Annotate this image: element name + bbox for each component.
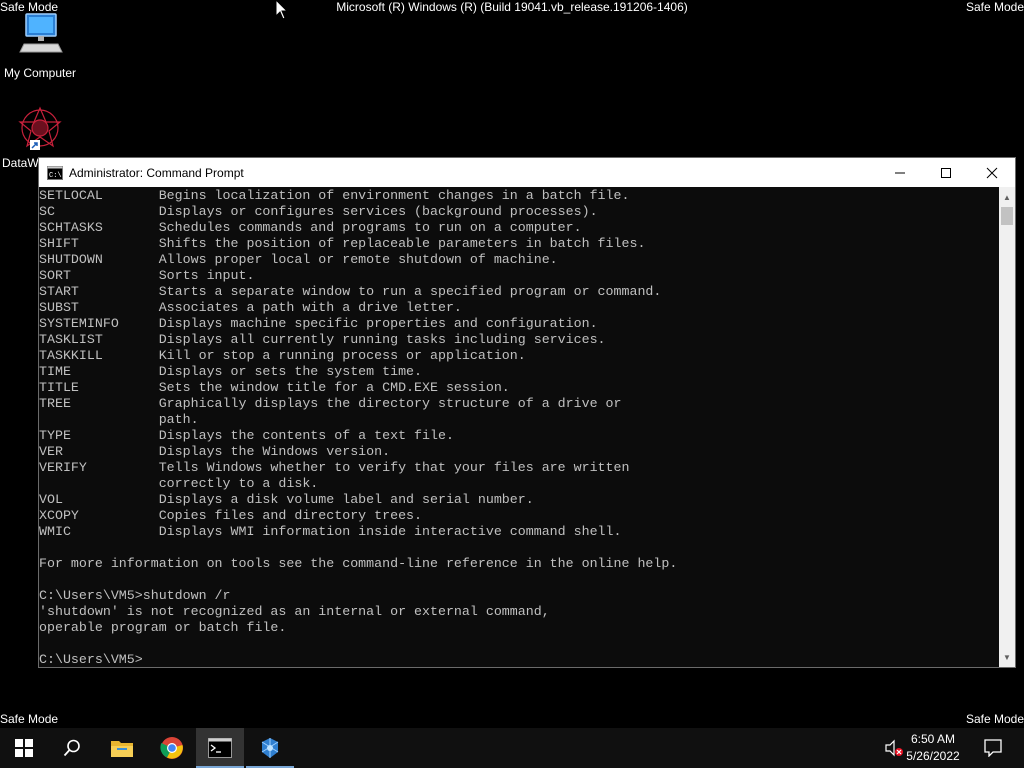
safe-mode-label-bottom-left: Safe Mode: [0, 712, 59, 726]
minimize-button[interactable]: [877, 158, 923, 187]
console-text: SETLOCAL Begins localization of environm…: [39, 188, 678, 667]
search-icon: [63, 739, 80, 757]
notification-icon: [984, 739, 1002, 757]
desktop-icon-my-computer[interactable]: My Computer: [0, 10, 80, 80]
command-prompt-taskbar-button[interactable]: [196, 728, 244, 768]
safe-mode-label-bottom-right: Safe Mode: [965, 712, 1024, 726]
datawrapper-icon: [261, 738, 279, 758]
chrome-button[interactable]: [148, 728, 196, 768]
maximize-button[interactable]: [923, 158, 969, 187]
windows-build-text: Microsoft (R) Windows (R) (Build 19041.v…: [336, 0, 688, 14]
scroll-down-arrow-icon[interactable]: ▼: [999, 649, 1015, 665]
command-prompt-icon: [208, 738, 232, 758]
chrome-icon: [160, 737, 183, 759]
vertical-scrollbar[interactable]: ▲ ▼: [999, 187, 1015, 667]
windows-logo-icon: [15, 739, 33, 757]
clock-time: 6:50 AM: [910, 732, 956, 746]
close-icon: [986, 167, 998, 178]
system-clock[interactable]: 6:50 AM 5/26/2022: [898, 731, 968, 765]
command-prompt-window[interactable]: C:\ Administrator: Command Prompt SETLOC…: [38, 157, 1016, 668]
scroll-up-arrow-icon[interactable]: ▲: [999, 189, 1015, 205]
folder-icon: [111, 741, 133, 757]
clock-date: 5/26/2022: [906, 749, 960, 763]
datawrapper-taskbar-button[interactable]: [246, 728, 294, 768]
notification-center-button[interactable]: [978, 734, 1008, 762]
file-explorer-button[interactable]: [98, 728, 146, 768]
svg-text:C:\: C:\: [49, 172, 62, 180]
desktop-icon-label: My Computer: [3, 66, 77, 80]
close-button[interactable]: [969, 158, 1015, 187]
maximize-icon: [941, 167, 951, 178]
cmd-app-icon: C:\: [47, 165, 63, 181]
console-output-area[interactable]: SETLOCAL Begins localization of environm…: [39, 187, 999, 667]
minimize-icon: [895, 172, 905, 173]
scrollbar-thumb[interactable]: [1001, 207, 1013, 225]
taskbar: 6:50 AM 5/26/2022: [0, 728, 1024, 768]
dataw-logo-icon: [16, 104, 64, 152]
search-button[interactable]: [48, 728, 96, 768]
window-title: Administrator: Command Prompt: [69, 165, 244, 180]
window-titlebar[interactable]: C:\ Administrator: Command Prompt: [39, 158, 1015, 187]
computer-icon: [16, 10, 64, 58]
mouse-cursor-icon: [275, 0, 289, 25]
start-button[interactable]: [0, 728, 48, 768]
